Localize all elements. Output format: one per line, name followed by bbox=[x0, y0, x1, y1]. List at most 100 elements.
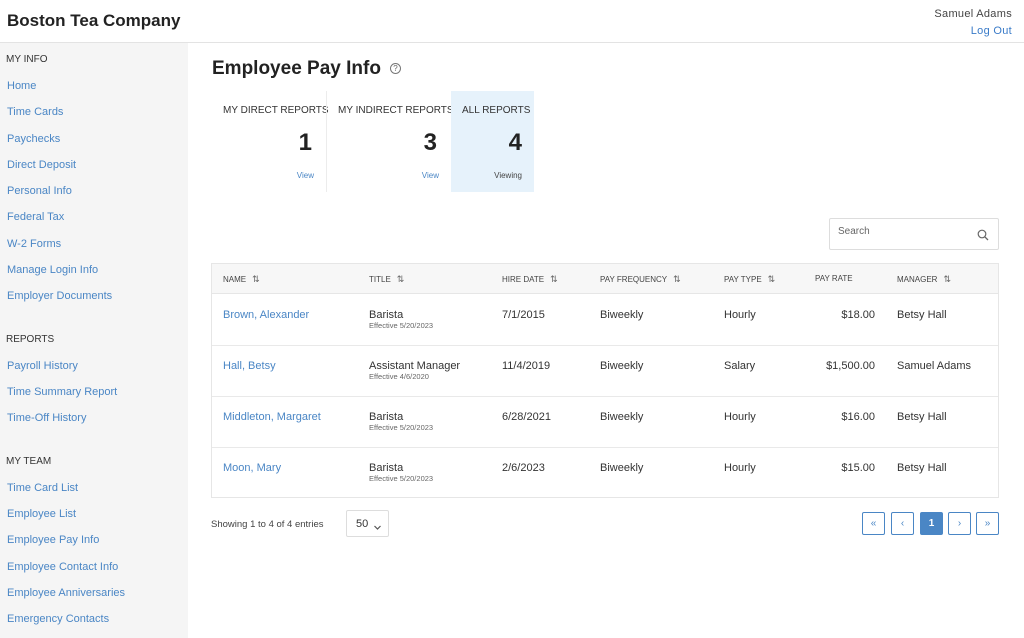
next-page-button[interactable]: › bbox=[948, 512, 971, 535]
page-size-select[interactable]: 50 bbox=[346, 510, 389, 537]
sidebar-item-manage-login-info[interactable]: Manage Login Info bbox=[7, 264, 98, 276]
cell-effective: Effective 5/20/2023 bbox=[369, 474, 434, 483]
entries-info: Showing 1 to 4 of 4 entries bbox=[211, 519, 324, 530]
sidebar-item-personal-info[interactable]: Personal Info bbox=[7, 185, 72, 197]
col-header-hire-date[interactable]: HIRE DATE ⇅ bbox=[502, 274, 558, 285]
main-content: Employee Pay Info ? MY DIRECT REPORTS 1 … bbox=[188, 43, 1024, 638]
tile-view-link[interactable]: View bbox=[422, 171, 439, 180]
sort-icon[interactable]: ⇅ bbox=[673, 274, 681, 285]
tile-my-indirect-reports[interactable]: MY INDIRECT REPORTS 3 View bbox=[327, 91, 454, 192]
tile-label: MY DIRECT REPORTS bbox=[223, 105, 329, 116]
sidebar-item-emergency-contacts[interactable]: Emergency Contacts bbox=[7, 613, 109, 625]
last-page-button[interactable]: » bbox=[976, 512, 999, 535]
page-1-button[interactable]: 1 bbox=[920, 512, 943, 535]
tile-label: MY INDIRECT REPORTS bbox=[338, 105, 454, 116]
col-header-name[interactable]: NAME ⇅ bbox=[223, 274, 260, 285]
sidebar-item-home[interactable]: Home bbox=[7, 80, 36, 92]
sidebar-item-time-off-history[interactable]: Time-Off History bbox=[7, 412, 86, 424]
col-header-title[interactable]: TITLE ⇅ bbox=[369, 274, 404, 285]
page-title: Employee Pay Info bbox=[212, 58, 381, 79]
cell-pay-type: Hourly bbox=[724, 462, 756, 474]
sidebar-item-federal-tax[interactable]: Federal Tax bbox=[7, 211, 64, 223]
tile-count: 4 bbox=[508, 129, 522, 156]
logout-link[interactable]: Log Out bbox=[971, 25, 1012, 37]
cell-title: Assistant Manager bbox=[369, 360, 461, 372]
search-icon[interactable] bbox=[977, 228, 989, 246]
cell-manager: Betsy Hall bbox=[897, 462, 947, 474]
sidebar-section-reports: REPORTS bbox=[6, 334, 55, 345]
cell-manager: Betsy Hall bbox=[897, 309, 947, 321]
search-input[interactable] bbox=[838, 226, 968, 237]
sort-icon[interactable]: ⇅ bbox=[943, 274, 951, 285]
tile-view-link[interactable]: View bbox=[297, 171, 314, 180]
employee-name-link[interactable]: Hall, Betsy bbox=[223, 360, 276, 372]
sort-icon[interactable]: ⇅ bbox=[768, 274, 776, 285]
employee-name-link[interactable]: Moon, Mary bbox=[223, 462, 281, 474]
sidebar-item-time-summary-report[interactable]: Time Summary Report bbox=[7, 386, 117, 398]
cell-pay-type: Salary bbox=[724, 360, 756, 372]
help-icon[interactable]: ? bbox=[390, 63, 401, 74]
tile-all-reports[interactable]: ALL REPORTS 4 Viewing bbox=[451, 91, 534, 192]
pay-info-table: NAME ⇅ TITLE ⇅ HIRE DATE ⇅ PAY FREQUENCY ⇅ P… bbox=[211, 263, 999, 498]
sidebar-section-my-info: MY INFO bbox=[6, 54, 48, 65]
cell-effective: Effective 4/6/2020 bbox=[369, 372, 429, 381]
cell-pay-type: Hourly bbox=[724, 411, 756, 423]
search-box[interactable] bbox=[829, 218, 999, 250]
sidebar-item-employee-contact-info[interactable]: Employee Contact Info bbox=[7, 561, 118, 573]
cell-manager: Betsy Hall bbox=[897, 411, 947, 423]
first-page-button[interactable]: « bbox=[862, 512, 885, 535]
cell-manager: Samuel Adams bbox=[897, 360, 971, 372]
cell-effective: Effective 5/20/2023 bbox=[369, 423, 434, 432]
table-row: Moon, Mary Barista Effective 5/20/2023 2… bbox=[212, 448, 998, 499]
sidebar-item-payroll-history[interactable]: Payroll History bbox=[7, 360, 78, 372]
sidebar-item-employee-pay-info[interactable]: Employee Pay Info bbox=[7, 534, 99, 546]
tile-my-direct-reports[interactable]: MY DIRECT REPORTS 1 View bbox=[212, 91, 329, 192]
page-size-value: 50 bbox=[356, 518, 369, 530]
tile-viewing-label: Viewing bbox=[494, 171, 522, 180]
sidebar-item-direct-deposit[interactable]: Direct Deposit bbox=[7, 159, 76, 171]
cell-pay-rate: $15.00 bbox=[841, 462, 875, 474]
cell-pay-rate: $16.00 bbox=[841, 411, 875, 423]
tile-label: ALL REPORTS bbox=[462, 105, 531, 116]
sidebar-section-my-team: MY TEAM bbox=[6, 456, 52, 467]
cell-hire-date: 6/28/2021 bbox=[502, 411, 551, 423]
cell-hire-date: 7/1/2015 bbox=[502, 309, 545, 321]
sidebar-item-paychecks[interactable]: Paychecks bbox=[7, 133, 60, 145]
user-name: Samuel Adams bbox=[934, 8, 1012, 20]
sort-icon[interactable]: ⇅ bbox=[550, 274, 558, 285]
cell-pay-rate: $18.00 bbox=[841, 309, 875, 321]
sidebar-item-time-cards[interactable]: Time Cards bbox=[7, 106, 63, 118]
sort-icon[interactable]: ⇅ bbox=[252, 274, 260, 285]
cell-hire-date: 11/4/2019 bbox=[502, 360, 551, 372]
tile-count: 3 bbox=[423, 129, 437, 156]
cell-pay-frequency: Biweekly bbox=[600, 462, 644, 474]
cell-title: Barista bbox=[369, 462, 404, 474]
col-header-pay-frequency[interactable]: PAY FREQUENCY ⇅ bbox=[600, 274, 681, 285]
employee-name-link[interactable]: Brown, Alexander bbox=[223, 309, 309, 321]
col-header-manager[interactable]: MANAGER ⇅ bbox=[897, 274, 951, 285]
sidebar: MY INFO Home Time Cards Paychecks Direct… bbox=[0, 43, 188, 638]
company-name: Boston Tea Company bbox=[7, 11, 181, 30]
tile-count: 1 bbox=[298, 129, 312, 156]
cell-pay-type: Hourly bbox=[724, 309, 756, 321]
cell-title: Barista bbox=[369, 411, 404, 423]
col-header-pay-type[interactable]: PAY TYPE ⇅ bbox=[724, 274, 775, 285]
sidebar-item-employee-list[interactable]: Employee List bbox=[7, 508, 76, 520]
sidebar-item-employer-documents[interactable]: Employer Documents bbox=[7, 290, 112, 302]
sort-icon[interactable]: ⇅ bbox=[397, 274, 405, 285]
sidebar-item-employee-anniversaries[interactable]: Employee Anniversaries bbox=[7, 587, 125, 599]
sidebar-item-time-card-list[interactable]: Time Card List bbox=[7, 482, 78, 494]
employee-name-link[interactable]: Middleton, Margaret bbox=[223, 411, 321, 423]
prev-page-button[interactable]: ‹ bbox=[891, 512, 914, 535]
cell-pay-frequency: Biweekly bbox=[600, 309, 644, 321]
table-row: Middleton, Margaret Barista Effective 5/… bbox=[212, 397, 998, 448]
cell-hire-date: 2/6/2023 bbox=[502, 462, 545, 474]
top-bar: Boston Tea Company Samuel Adams Log Out bbox=[0, 0, 1024, 43]
table-row: Brown, Alexander Barista Effective 5/20/… bbox=[212, 295, 998, 346]
cell-pay-frequency: Biweekly bbox=[600, 411, 644, 423]
cell-title: Barista bbox=[369, 309, 404, 321]
table-row: Hall, Betsy Assistant Manager Effective … bbox=[212, 346, 998, 397]
sidebar-item-w2-forms[interactable]: W-2 Forms bbox=[7, 238, 61, 250]
cell-effective: Effective 5/20/2023 bbox=[369, 321, 434, 330]
chevron-down-icon bbox=[373, 519, 382, 537]
